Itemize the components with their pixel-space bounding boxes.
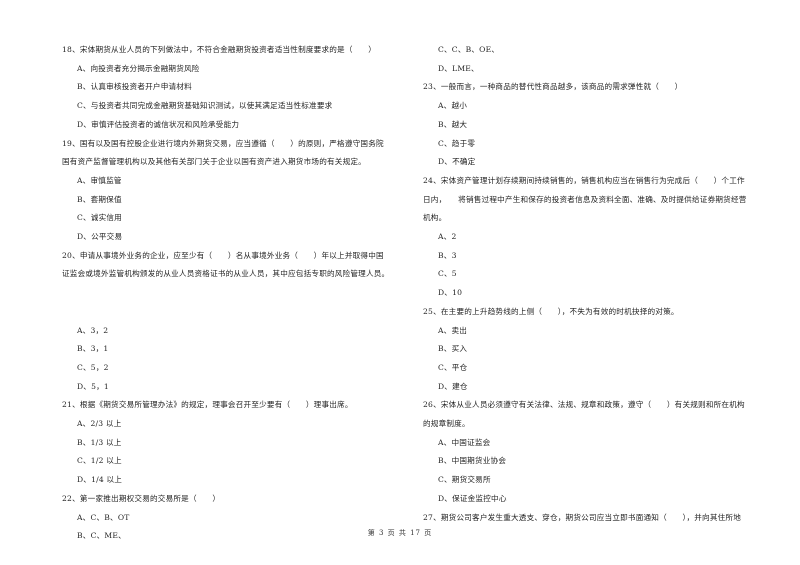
blank-space — [62, 284, 402, 303]
question-stem-line-2: 的规章制度。 — [423, 419, 470, 429]
option-a: A、向投资者充分揭示金融期货风险 — [77, 63, 200, 73]
question-stem-line-1: 26、宋体从业人员必须遵守有关法律、法规、规章和政策，遵守（ ）有关规则和所在机… — [423, 400, 745, 410]
option-d: D、审慎评估投资者的诚信状况和风险承受能力 — [77, 119, 240, 129]
option-c: C、平仓 — [438, 362, 468, 372]
option-b: B、认真审核投资者开户申请材料 — [77, 82, 192, 92]
option-b: B、买入 — [438, 344, 468, 354]
option-c: C、C、B、OE、 — [438, 45, 500, 54]
question-18: 18、宋体期货从业人员的下列做法中，不符合金融期货投资者适当性制度要求的是（ ）… — [62, 41, 402, 135]
option-b: B、3，1 — [77, 344, 109, 354]
question-stem: 23、一般而言，一种商品的替代性商品越多，该商品的需求弹性就（ ） — [423, 82, 683, 92]
option-b: B、套期保值 — [77, 194, 122, 204]
option-a: A、中国证监会 — [438, 437, 491, 447]
option-c: C、期货交易所 — [438, 475, 491, 485]
option-a: A、审慎监管 — [77, 175, 122, 185]
option-b: B、越大 — [438, 119, 468, 129]
option-c: C、诚实信用 — [77, 213, 122, 223]
question-stem-line-3: 机构。 — [423, 213, 447, 223]
question-19: 19、国有以及国有控股企业进行境内外期货交易，应当遵循（ ）的原则，严格遵守国务… — [62, 135, 402, 247]
option-b: B、中国期货业协会 — [438, 456, 507, 466]
option-d: D、不确定 — [438, 157, 476, 167]
option-a: A、2 — [438, 232, 457, 242]
option-c: C、1/2 以上 — [77, 456, 122, 466]
question-stem-line-2: 日内， 将销售过程中产生和保存的投资者信息及资料全面、准确、及时提供给证券期货经… — [423, 194, 747, 204]
option-a: A、3，2 — [77, 325, 109, 335]
option-d: D、1/4 以上 — [77, 475, 123, 485]
option-b: B、3 — [438, 250, 457, 260]
question-stem: 25、在主要的上升趋势线的上侧（ ），不失为有效的时机抉择的对策。 — [423, 306, 679, 316]
question-stem-line-1: 24、宋体资产管理计划存续期间持续销售的，销售机构应当在销售行为完成后（ ）个工… — [423, 175, 745, 185]
option-d: D、保证金监控中心 — [438, 493, 507, 503]
right-column: C、C、B、OE、 D、LME、 23、一般而言，一种商品的替代性商品越多，该商… — [423, 41, 768, 527]
option-d: D、5，1 — [77, 381, 109, 391]
option-a: A、C、B、OT — [77, 512, 130, 522]
question-20: 20、申请从事境外业务的企业，应至少有（ ）名从事境外业务（ ）年以上并取得中国… — [62, 247, 402, 397]
question-stem-line-1: 20、申请从事境外业务的企业，应至少有（ ）名从事境外业务（ ）年以上并取得中国 — [62, 250, 384, 260]
question-stem-line-2: 国有资产监督管理机构以及其他有关部门关于企业以国有资产进入期货市场的有关规定。 — [62, 157, 366, 167]
page-number: 第 3 页 共 17 页 — [367, 529, 433, 537]
question-23: 23、一般而言，一种商品的替代性商品越多，该商品的需求弹性就（ ） A、越小 B… — [423, 78, 768, 172]
question-stem-line-1: 19、国有以及国有控股企业进行境内外期货交易，应当遵循（ ）的原则，严格遵守国务… — [62, 138, 384, 148]
question-stem: 22、第一家推出期权交易的交易所是（ ） — [62, 493, 221, 503]
question-stem: 27、期货公司客户发生重大透支、穿仓，期货公司应当立即书面通知（ ），并向其住所… — [423, 512, 742, 522]
option-c: C、趋于零 — [438, 138, 476, 148]
option-c: C、5，2 — [77, 362, 109, 372]
question-stem-line-2: 证监会或境外监管机构颁发的从业人员资格证书的从业人员，其中应包括专职的风险管理人… — [62, 269, 390, 279]
option-b: B、1/3 以上 — [77, 437, 122, 447]
left-column: 18、宋体期货从业人员的下列做法中，不符合金融期货投资者适当性制度要求的是（ ）… — [62, 41, 402, 546]
option-d: D、LME、 — [438, 63, 479, 73]
option-a: A、2/3 以上 — [77, 419, 122, 429]
option-c: C、5 — [438, 269, 457, 279]
question-27: 27、期货公司客户发生重大透支、穿仓，期货公司应当立即书面通知（ ），并向其住所… — [423, 509, 768, 528]
option-c: C、与投资者共同完成金融期货基础知识测试，以使其满足适当性标准要求 — [77, 101, 333, 111]
question-24: 24、宋体资产管理计划存续期间持续销售的，销售机构应当在销售行为完成后（ ）个工… — [423, 172, 768, 303]
question-25: 25、在主要的上升趋势线的上侧（ ），不失为有效的时机抉择的对策。 A、卖出 B… — [423, 303, 768, 397]
blank-space — [62, 303, 402, 322]
option-d: D、10 — [438, 288, 463, 298]
question-21: 21、根据《期货交易所管理办法》的规定，理事会召开至少要有（ ）理事出席。 A、… — [62, 396, 402, 490]
question-22-continued: C、C、B、OE、 D、LME、 — [423, 41, 768, 78]
question-stem: 18、宋体期货从业人员的下列做法中，不符合金融期货投资者适当性制度要求的是（ ） — [62, 45, 377, 54]
option-d: D、公平交易 — [77, 232, 123, 242]
question-stem: 21、根据《期货交易所管理办法》的规定，理事会召开至少要有（ ）理事出席。 — [62, 400, 353, 410]
option-a: A、卖出 — [438, 325, 468, 335]
question-26: 26、宋体从业人员必须遵守有关法律、法规、规章和政策，遵守（ ）有关规则和所在机… — [423, 396, 768, 508]
option-d: D、建仓 — [438, 381, 468, 391]
option-a: A、越小 — [438, 101, 468, 111]
